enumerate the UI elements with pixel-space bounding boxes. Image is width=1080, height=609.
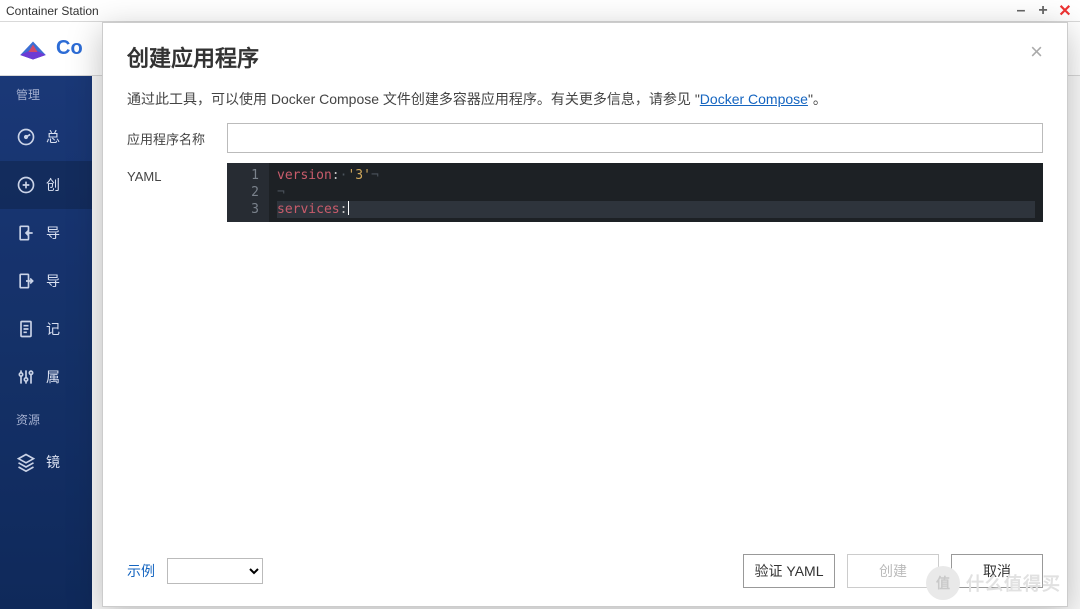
docker-compose-link[interactable]: Docker Compose [700, 91, 808, 107]
window-close-button[interactable]: ✕ [1054, 1, 1076, 21]
modal-header: 创建应用程序 × [103, 23, 1067, 77]
window-minimize-button[interactable]: – [1010, 2, 1032, 20]
code-line: ¬ [277, 184, 1035, 201]
window-title: Container Station [4, 4, 1010, 18]
modal-title: 创建应用程序 [127, 41, 1030, 73]
create-button[interactable]: 创建 [847, 554, 939, 588]
validate-yaml-button[interactable]: 验证 YAML [743, 554, 835, 588]
editor-cursor [348, 201, 349, 215]
window-titlebar: Container Station – + ✕ [0, 0, 1080, 22]
yaml-editor[interactable]: 1 2 3 version:·'3'¬ ¬ services: [227, 163, 1043, 222]
label-yaml: YAML [127, 163, 211, 184]
form-row-name: 应用程序名称 [127, 123, 1043, 153]
window-maximize-button[interactable]: + [1032, 2, 1054, 20]
app-name: Co [56, 37, 83, 60]
modal-footer: 示例 验证 YAML 创建 取消 [103, 540, 1067, 606]
cancel-button[interactable]: 取消 [951, 554, 1043, 588]
app-name-input[interactable] [227, 123, 1043, 153]
code-line: services: [277, 201, 1035, 218]
app-logo: Co [0, 37, 83, 61]
modal-body: 通过此工具，可以使用 Docker Compose 文件创建多容器应用程序。有关… [103, 77, 1067, 540]
code-line: version:·'3'¬ [277, 167, 1035, 184]
form-row-yaml: YAML 1 2 3 version:·'3'¬ ¬ services: [127, 163, 1043, 530]
editor-content[interactable]: version:·'3'¬ ¬ services: [269, 163, 1043, 222]
example-select[interactable] [167, 558, 263, 584]
create-application-modal: 创建应用程序 × 通过此工具，可以使用 Docker Compose 文件创建多… [102, 22, 1068, 607]
editor-gutter: 1 2 3 [227, 163, 269, 222]
modal-description: 通过此工具，可以使用 Docker Compose 文件创建多容器应用程序。有关… [127, 89, 1043, 109]
modal-close-button[interactable]: × [1030, 41, 1043, 63]
example-link[interactable]: 示例 [127, 561, 155, 581]
app-logo-icon [18, 37, 48, 61]
label-app-name: 应用程序名称 [127, 123, 211, 148]
